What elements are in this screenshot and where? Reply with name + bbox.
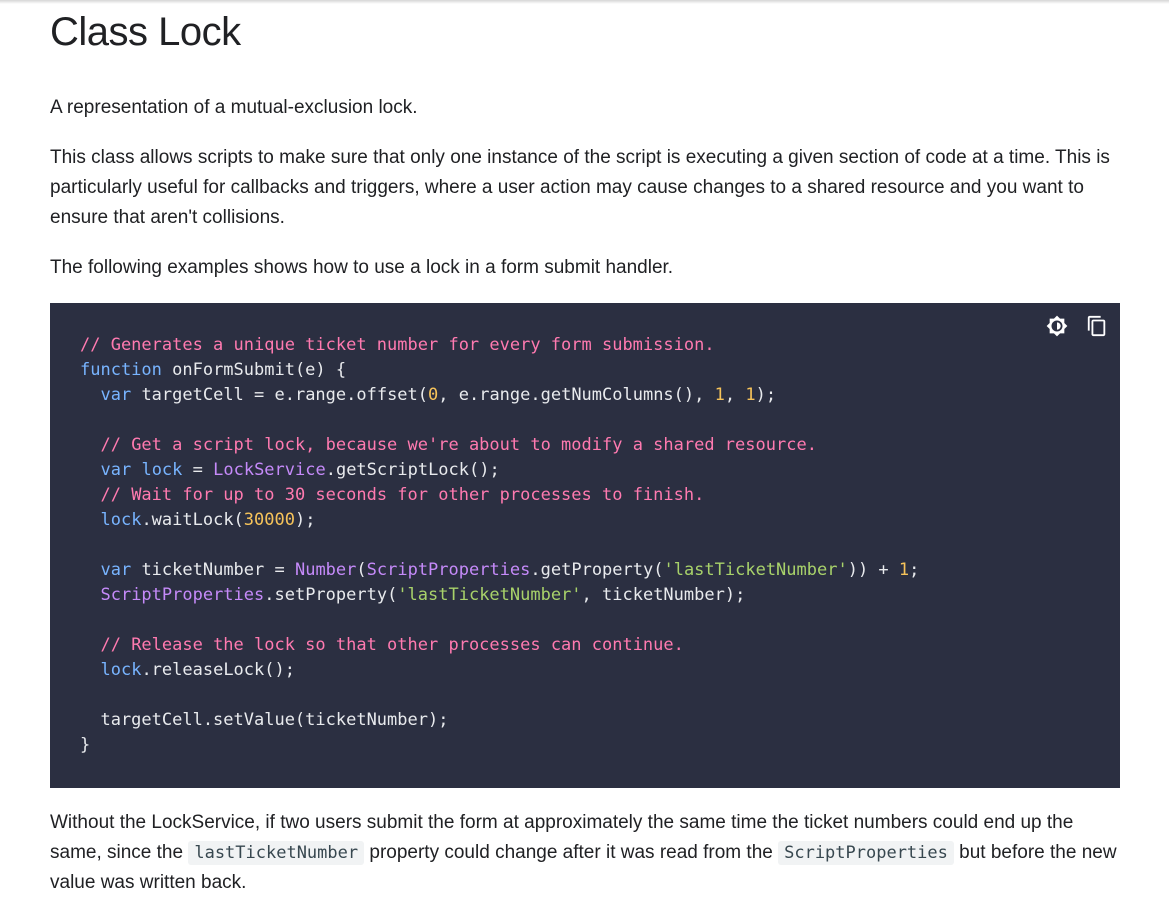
footer-text-2: property could change after it was read …: [364, 842, 779, 863]
code-line: var targetCell = e.range.offset(0, e.ran…: [100, 385, 777, 405]
brightness-icon: [1046, 315, 1068, 337]
code-line: // Generates a unique ticket number for …: [80, 335, 715, 355]
code-block: // Generates a unique ticket number for …: [50, 303, 1120, 788]
code-line: lock.waitLock(30000);: [100, 510, 316, 530]
code-line: }: [80, 735, 91, 755]
code-line: var lock = LockService.getScriptLock();: [100, 460, 500, 480]
code-line: lock.releaseLock();: [100, 660, 295, 680]
code-line: // Release the lock so that other proces…: [100, 635, 684, 655]
page-title: Class Lock: [50, 10, 241, 54]
code-line: // Get a script lock, because we're abou…: [100, 435, 817, 455]
example-intro-paragraph: The following examples shows how to use …: [50, 257, 674, 278]
copy-code-button[interactable]: [1082, 311, 1112, 341]
copy-icon: [1087, 315, 1106, 337]
code-line: function onFormSubmit(e) {: [80, 360, 347, 380]
code-line: // Wait for up to 30 seconds for other p…: [100, 485, 705, 505]
code-line: targetCell.setValue(ticketNumber);: [80, 710, 449, 730]
code-line: var ticketNumber = Number(ScriptProperti…: [100, 560, 920, 580]
intro-paragraph: A representation of a mutual-exclusion l…: [50, 97, 418, 118]
code-line: ScriptProperties.setProperty('lastTicket…: [100, 585, 746, 605]
code-listing: // Generates a unique ticket number for …: [80, 333, 919, 758]
inline-code-last-ticket-number: lastTicketNumber: [188, 841, 365, 865]
theme-toggle-button[interactable]: [1042, 311, 1072, 341]
footer-paragraph: Without the LockService, if two users su…: [50, 808, 1120, 898]
description-paragraph: This class allows scripts to make sure t…: [50, 147, 1110, 228]
top-bar-shadow: [0, 0, 1169, 4]
code-toolbar: [1042, 311, 1112, 341]
inline-code-script-properties: ScriptProperties: [778, 841, 954, 865]
